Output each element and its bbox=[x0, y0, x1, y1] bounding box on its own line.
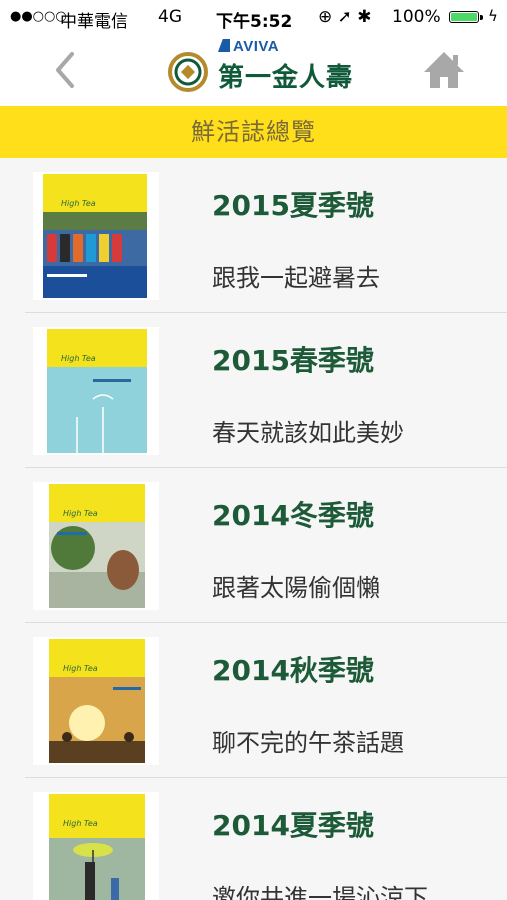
issue-subtitle: 春天就該如此美妙 bbox=[212, 419, 404, 447]
brand-emblem-icon bbox=[168, 52, 208, 92]
magazine-list[interactable]: High Tea 2015夏季號 跟我一起避暑去 High Tea 2015春季… bbox=[0, 158, 507, 900]
issue-title: 2014冬季號 bbox=[212, 499, 374, 532]
charging-icon: ϟ bbox=[488, 7, 498, 25]
carrier-name: 中華電信 bbox=[60, 12, 128, 32]
battery-icon bbox=[449, 11, 479, 23]
aviva-logo: AVIVA bbox=[218, 38, 279, 55]
magazine-cover: High Tea bbox=[33, 327, 159, 455]
issue-title: 2015春季號 bbox=[212, 344, 374, 377]
issue-subtitle: 聊不完的午茶話題 bbox=[212, 729, 404, 757]
home-icon bbox=[424, 52, 464, 88]
issue-title: 2014秋季號 bbox=[212, 654, 374, 687]
cover-masthead: High Tea bbox=[61, 354, 96, 363]
company-logo: AVIVA 第一金人壽 bbox=[166, 38, 356, 102]
battery-percent: 100% bbox=[392, 7, 441, 27]
issue-subtitle: 邀你共進一場沁涼下 bbox=[212, 884, 428, 900]
status-time: 下午5:52 bbox=[216, 12, 293, 32]
magazine-cover: High Tea bbox=[33, 172, 159, 300]
back-button[interactable] bbox=[48, 48, 84, 92]
status-bar: ●●○○○ 中華電信 4G 下午5:52 ⊕ ➚ ✱ 100% ϟ bbox=[0, 0, 507, 36]
battery-tip bbox=[480, 15, 483, 20]
home-button[interactable] bbox=[420, 46, 468, 94]
issue-title: 2015夏季號 bbox=[212, 189, 374, 222]
list-item-2014-summer[interactable]: High Tea 2014夏季號 邀你共進一場沁涼下 bbox=[0, 778, 507, 900]
list-item-2014-winter[interactable]: High Tea 2014冬季號 跟著太陽偷個懶 bbox=[0, 468, 507, 623]
status-icons: ⊕ ➚ ✱ bbox=[318, 7, 372, 27]
issue-title: 2014夏季號 bbox=[212, 809, 374, 842]
issue-subtitle: 跟我一起避暑去 bbox=[212, 264, 380, 292]
list-item-2015-summer[interactable]: High Tea 2015夏季號 跟我一起避暑去 bbox=[0, 158, 507, 313]
list-item-2014-autumn[interactable]: High Tea 2014秋季號 聊不完的午茶話題 bbox=[0, 623, 507, 778]
cover-masthead: High Tea bbox=[63, 819, 98, 828]
list-item-2015-spring[interactable]: High Tea 2015春季號 春天就該如此美妙 bbox=[0, 313, 507, 468]
network-type: 4G bbox=[158, 7, 182, 27]
cover-masthead: High Tea bbox=[63, 664, 98, 673]
cover-masthead: High Tea bbox=[63, 509, 98, 518]
signal-strength-icon: ●●○○○ bbox=[10, 9, 67, 24]
magazine-cover: High Tea bbox=[33, 482, 159, 610]
magazine-cover: High Tea bbox=[33, 637, 159, 765]
page-title: 鮮活誌總覽 bbox=[191, 118, 316, 146]
page-header: 鮮活誌總覽 bbox=[0, 106, 507, 158]
issue-subtitle: 跟著太陽偷個懶 bbox=[212, 574, 380, 602]
magazine-cover: High Tea bbox=[33, 792, 159, 900]
navigation-bar: AVIVA 第一金人壽 bbox=[0, 36, 507, 106]
chevron-left-icon bbox=[56, 52, 74, 88]
brand-name: 第一金人壽 bbox=[218, 63, 354, 93]
cover-masthead: High Tea bbox=[61, 199, 96, 208]
